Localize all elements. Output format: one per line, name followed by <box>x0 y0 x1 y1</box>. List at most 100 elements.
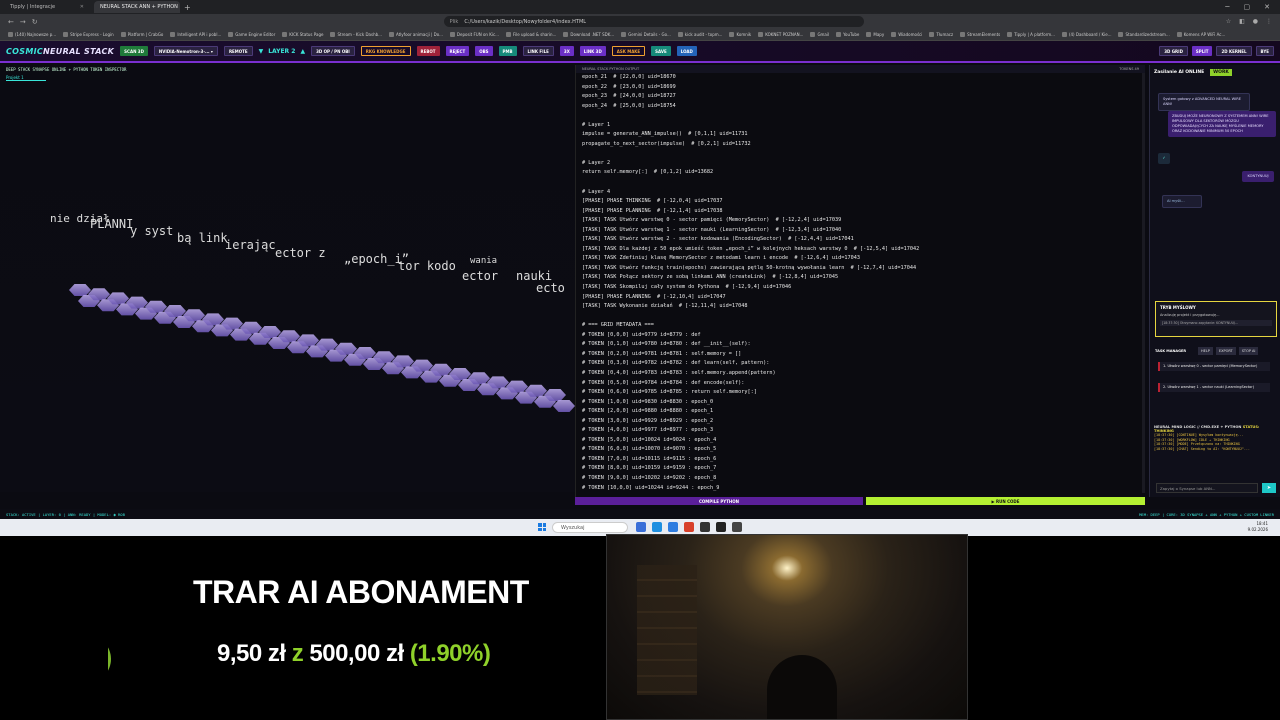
model-select[interactable]: NVIDIA-Nemotron-3-... ▾ <box>153 46 218 56</box>
forward-icon[interactable]: → <box>20 18 26 26</box>
obs-icon[interactable] <box>700 522 710 532</box>
python-output-panel[interactable]: NEURAL STACK PYTHON OUTPUT TOKENS 49 epo… <box>575 65 1145 497</box>
split-button[interactable]: SPLIT <box>1191 46 1213 56</box>
compile-run-bar: COMPILE PYTHON ▶ RUN CODE <box>575 497 1145 505</box>
code-line: # TOKEN [3,0,0] uid=9929 id=8929 : epoch… <box>582 417 714 424</box>
link-3d-button[interactable]: LINK 3D <box>579 46 606 56</box>
app-icon[interactable] <box>732 522 742 532</box>
load-button[interactable]: LOAD <box>676 46 697 56</box>
mode-subtitle: Analizuję projekt i przygotowuję... <box>1160 313 1220 317</box>
neural-stack-app: COSMICNEURAL STACK SCAN 3D NVIDIA-Nemotr… <box>0 41 1280 519</box>
bookmark-item[interactable]: Atlyfoor animacji | Do... <box>389 32 443 37</box>
bookmark-item[interactable]: kick audit - topm... <box>678 32 723 37</box>
amount-separator: z <box>291 640 304 667</box>
taskview-icon[interactable] <box>636 522 646 532</box>
knowledge-button[interactable]: RKG KNOWLEDGE <box>360 46 411 56</box>
op-obi-button[interactable]: 3D OP / PN OBI <box>311 46 355 56</box>
code-header: NEURAL STACK PYTHON OUTPUT TOKENS 49 <box>576 65 1145 73</box>
taskbar-clock[interactable]: 18:41 9.02.2026 <box>1248 521 1268 533</box>
bookmark-item[interactable]: Standardizedstream... <box>1118 32 1169 37</box>
bookmark-item[interactable]: Komnik <box>729 32 751 37</box>
bookmark-item[interactable]: File upload & sharin... <box>506 32 556 37</box>
layer-down-icon[interactable]: ▼ <box>259 48 264 55</box>
project-tab[interactable]: Projekt 1 <box>6 75 46 81</box>
code-line: [PHASE] PHASE PLANNING # [-12,10,4] uid=… <box>582 293 726 300</box>
bookmark-item[interactable]: Game Engine Editor <box>228 32 275 37</box>
code-line: [PHASE] PHASE PLANNING # [-12,1,4] uid=1… <box>582 207 723 214</box>
3x-button[interactable]: 3X <box>559 46 574 56</box>
scan-3d-button[interactable]: SCAN 3D <box>120 46 148 56</box>
url-field[interactable]: Plik C:/Users/kazik/Desktop/Nowyfolder4/… <box>443 16 864 27</box>
code-line: impulse = generate_ANN_impulse() # [0,1,… <box>582 131 748 138</box>
ask-make-button[interactable]: ASK MAKE <box>611 46 646 56</box>
file-scheme-label: Plik <box>449 18 459 25</box>
bookmark-item[interactable]: Deposit FUN on Kic... <box>450 32 499 37</box>
help-button[interactable]: HELP <box>1198 347 1213 355</box>
code-line: [TASK] TASK Dla każdej z 50 epok umieść … <box>582 245 920 252</box>
task-item[interactable]: 1. Utwórz warstwę 0 - sector pamięci (Me… <box>1158 362 1270 371</box>
edge-icon[interactable] <box>668 522 678 532</box>
bookmark-item[interactable]: Mapy <box>866 32 884 37</box>
bookmark-item[interactable]: KICK Status Page <box>282 32 323 37</box>
work-badge[interactable]: WORK <box>1210 68 1232 76</box>
bookmark-item[interactable]: StreamElements <box>960 32 1000 37</box>
task-item[interactable]: 2. Utwórz warstwę 1 - sector nauki (Lear… <box>1158 383 1270 392</box>
obs-button[interactable]: OBS <box>475 46 493 56</box>
bookmark-item[interactable]: Gemini Details - Go... <box>621 32 671 37</box>
pmb-button[interactable]: PMB <box>498 46 517 56</box>
browser-tab-tipply[interactable]: Tipply | Integracje ✕ <box>4 1 90 13</box>
bye-button[interactable]: BYE <box>1255 46 1274 56</box>
back-icon[interactable]: ← <box>8 18 14 26</box>
star-icon[interactable]: ☆ <box>1226 18 1231 25</box>
3d-scene-viewport[interactable]: nie dział PLANNI y syst bą link ierając ector… <box>0 85 575 492</box>
compile-python-button[interactable]: COMPILE PYTHON <box>575 497 863 505</box>
bookmark-item[interactable]: Platform | CrabGo <box>121 32 164 37</box>
link-file-button[interactable]: LINK FILE <box>522 46 554 56</box>
stop-ai-button[interactable]: STOP AI <box>1238 347 1259 355</box>
profile-icon[interactable]: ● <box>1253 18 1258 25</box>
url-text: C:/Users/kazik/Desktop/Nowyfolder4/index… <box>464 18 587 25</box>
save-button[interactable]: SAVE <box>651 46 671 56</box>
bookmark-item[interactable]: Stripe Express - Login <box>63 32 114 37</box>
code-scrollbar[interactable] <box>1142 73 1145 493</box>
bookmark-item[interactable]: Intelligent API i pobl... <box>170 32 221 37</box>
bookmark-item[interactable]: Tipply | A platform... <box>1007 32 1055 37</box>
layer-up-icon[interactable]: ▲ <box>300 48 305 55</box>
bookmark-item[interactable]: (140) Najnowsze p... <box>8 32 56 37</box>
bookmark-item[interactable]: (4) Dashboard / Kie... <box>1062 32 1112 37</box>
app-logo: COSMICNEURAL STACK <box>6 47 114 56</box>
maximize-icon[interactable]: ▢ <box>1244 3 1251 11</box>
run-code-button[interactable]: ▶ RUN CODE <box>866 497 1145 505</box>
bookmark-item[interactable]: Gmail <box>810 32 829 37</box>
close-icon[interactable]: ✕ <box>80 4 84 10</box>
chat-input[interactable]: Zapytaj o Synapse lub ANN... <box>1156 483 1258 493</box>
bookmark-item[interactable]: Komens AP WiFi Ac... <box>1177 32 1226 37</box>
send-icon[interactable]: ➤ <box>1262 483 1276 493</box>
3d-grid-button[interactable]: 3D GRID <box>1159 46 1188 56</box>
bookmark-item[interactable]: Tłumacz <box>929 32 953 37</box>
extensions-icon[interactable]: ◧ <box>1239 18 1245 25</box>
browser-tab-neural-stack[interactable]: NEURAL STACK ANN + PYTHON✕ <box>94 1 180 13</box>
windows-start-icon[interactable] <box>538 523 546 531</box>
code-line: # TOKEN [0,6,0] uid=9785 id=8785 : retur… <box>582 389 757 396</box>
export-button[interactable]: EXPORT <box>1215 347 1236 355</box>
explorer-icon[interactable] <box>652 522 662 532</box>
bookmark-item[interactable]: Download .NET SDK... <box>563 32 614 37</box>
remote-button[interactable]: REMOTE <box>223 46 253 56</box>
bookmark-item[interactable]: Stream - Kick Dashb... <box>330 32 381 37</box>
minimize-icon[interactable]: ─ <box>1225 3 1229 11</box>
taskbar-search[interactable]: Wyszukaj <box>552 522 628 533</box>
menu-icon[interactable]: ⋮ <box>1266 18 1272 25</box>
app-icon[interactable] <box>684 522 694 532</box>
close-window-icon[interactable]: ✕ <box>1264 3 1270 11</box>
reject-button[interactable]: REJECT <box>445 46 470 56</box>
reload-icon[interactable]: ↻ <box>32 18 38 26</box>
bookmark-item[interactable]: YouTube <box>836 32 859 37</box>
bookmark-item[interactable]: KOKNET POZNAN... <box>758 32 803 37</box>
terminal-icon[interactable] <box>716 522 726 532</box>
new-tab-icon[interactable]: + <box>184 3 191 12</box>
layer-label: LAYER 2 <box>268 47 296 55</box>
2d-kernel-button[interactable]: 2D KERNEL <box>1216 46 1252 56</box>
bookmark-item[interactable]: Wiadomości <box>891 32 922 37</box>
rebot-button[interactable]: REBOT <box>416 46 440 56</box>
